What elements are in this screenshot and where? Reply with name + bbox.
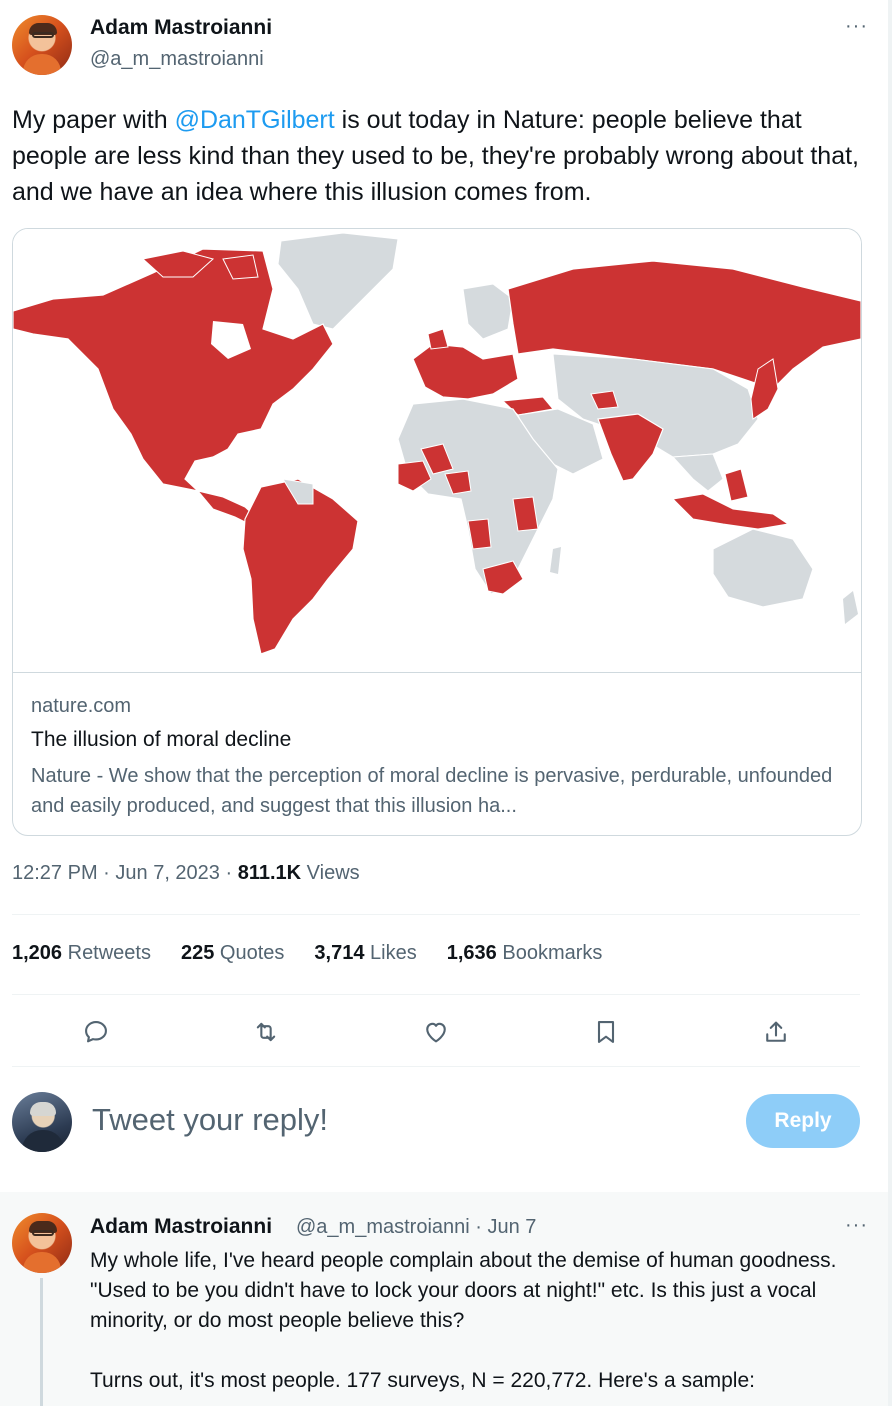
world-map-svg [13, 232, 861, 655]
bookmarks-label: Bookmarks [496, 942, 603, 964]
user-avatar[interactable] [12, 1092, 72, 1152]
thread-text-continued: Turns out, it's most people. 177 surveys… [90, 1369, 755, 1392]
likes-count: 3,714 [314, 942, 365, 964]
tweet-meta: 12:27 PM · Jun 7, 2023 · 811.1K Views [12, 862, 360, 885]
author-name[interactable]: Adam Mastroianni [90, 16, 272, 40]
share-button[interactable] [754, 1010, 798, 1054]
like-icon [426, 1022, 446, 1043]
card-domain: nature.com [31, 695, 132, 717]
mention-link[interactable]: @DanTGilbert [175, 106, 335, 134]
reply-submit-button[interactable]: Reply [746, 1094, 860, 1148]
views-count: 811.1K [237, 862, 302, 884]
retweet-icon [256, 1022, 276, 1042]
world-map-image[interactable] [13, 229, 861, 673]
avatar-coat [22, 1130, 64, 1152]
action-bar [0, 1010, 892, 1054]
views-label: Views [301, 862, 360, 884]
divider [12, 914, 860, 915]
tweet-text: My paper with @DanTGilbert is out today … [12, 102, 862, 210]
avatar-glasses [32, 1230, 54, 1236]
card-title: The illusion of moral decline [31, 728, 292, 751]
like-button[interactable] [414, 1010, 458, 1054]
author-avatar[interactable] [12, 15, 72, 75]
tweet-time[interactable]: 12:27 PM [12, 862, 98, 884]
retweets-label: Retweets [62, 942, 151, 964]
avatar-shirt [23, 54, 61, 75]
quotes-count: 225 [181, 942, 215, 964]
likes-label: Likes [364, 942, 417, 964]
bookmark-icon [597, 1021, 615, 1043]
avatar-glasses [32, 32, 54, 38]
tweet-text-start: My paper with [12, 106, 175, 134]
thread-connector-line [40, 1278, 43, 1406]
bookmarks-count: 1,636 [446, 942, 497, 964]
link-card[interactable]: nature.com The illusion of moral decline… [12, 228, 862, 836]
thread-author-name[interactable]: Adam Mastroianni [90, 1215, 272, 1239]
quotes-label: Quotes [214, 942, 285, 964]
thread-author-avatar[interactable] [12, 1213, 72, 1273]
divider [12, 1066, 860, 1067]
retweets-count: 1,206 [12, 942, 63, 964]
reply-button[interactable] [74, 1010, 118, 1054]
more-options-icon[interactable]: ··· [845, 15, 868, 38]
engagement-stats: 1,206 Retweets 225 Quotes 3,714 Likes 1,… [12, 942, 602, 965]
share-icon [766, 1021, 786, 1042]
avatar-hair [30, 1102, 56, 1116]
thread-author-meta[interactable]: @a_m_mastroianni · Jun 7 [296, 1216, 536, 1239]
retweets-stat[interactable]: 1,206 Retweets [12, 942, 151, 965]
thread-text: My whole life, I've heard people complai… [90, 1249, 837, 1332]
likes-stat[interactable]: 3,714 Likes [314, 942, 416, 965]
bookmarks-stat[interactable]: 1,636 Bookmarks [447, 942, 603, 965]
meta-separator: · [219, 862, 238, 884]
right-border [888, 0, 892, 1406]
divider [12, 994, 860, 995]
reply-input[interactable]: Tweet your reply! [92, 1102, 328, 1138]
tweet-date[interactable]: Jun 7, 2023 [115, 862, 220, 884]
thread-more-options-icon[interactable]: ··· [845, 1214, 868, 1237]
avatar-shirt [23, 1252, 61, 1273]
reply-icon [85, 1021, 107, 1043]
author-handle[interactable]: @a_m_mastroianni [90, 48, 264, 71]
bookmark-button[interactable] [584, 1010, 628, 1054]
quotes-stat[interactable]: 225 Quotes [181, 942, 284, 965]
card-description: Nature - We show that the perception of … [31, 765, 833, 817]
meta-separator: · [97, 862, 116, 884]
retweet-button[interactable] [244, 1010, 288, 1054]
